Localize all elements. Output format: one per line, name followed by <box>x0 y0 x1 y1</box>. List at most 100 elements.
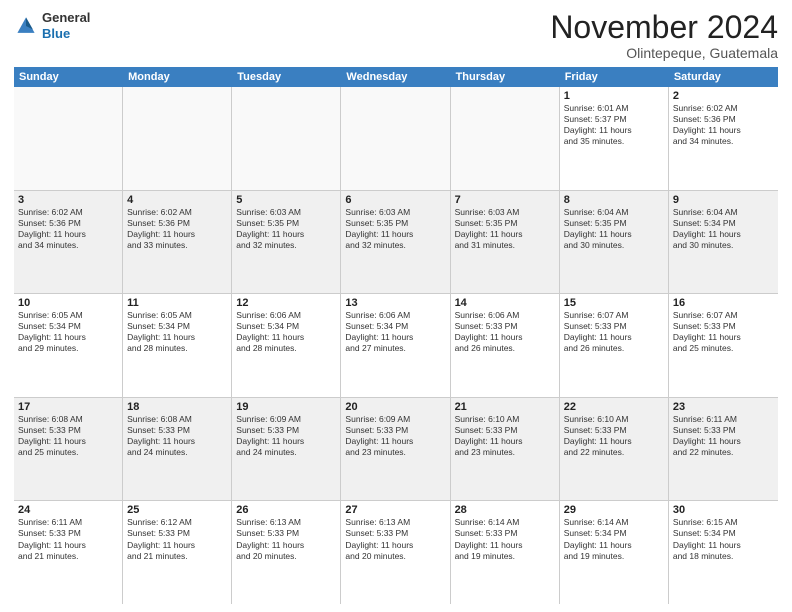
day-info: Sunrise: 6:09 AM Sunset: 5:33 PM Dayligh… <box>236 414 336 458</box>
day-cell-28: 28Sunrise: 6:14 AM Sunset: 5:33 PM Dayli… <box>451 501 560 604</box>
day-cell-13: 13Sunrise: 6:06 AM Sunset: 5:34 PM Dayli… <box>341 294 450 397</box>
calendar: SundayMondayTuesdayWednesdayThursdayFrid… <box>14 67 778 604</box>
day-number: 20 <box>345 401 445 413</box>
calendar-row-3: 17Sunrise: 6:08 AM Sunset: 5:33 PM Dayli… <box>14 398 778 502</box>
day-cell-2: 2Sunrise: 6:02 AM Sunset: 5:36 PM Daylig… <box>669 87 778 190</box>
day-cell-23: 23Sunrise: 6:11 AM Sunset: 5:33 PM Dayli… <box>669 398 778 501</box>
day-cell-22: 22Sunrise: 6:10 AM Sunset: 5:33 PM Dayli… <box>560 398 669 501</box>
day-cell-4: 4Sunrise: 6:02 AM Sunset: 5:36 PM Daylig… <box>123 191 232 294</box>
empty-cell-0-2 <box>232 87 341 190</box>
header-day-saturday: Saturday <box>669 67 778 87</box>
day-info: Sunrise: 6:13 AM Sunset: 5:33 PM Dayligh… <box>345 517 445 561</box>
day-info: Sunrise: 6:05 AM Sunset: 5:34 PM Dayligh… <box>18 310 118 354</box>
day-number: 7 <box>455 194 555 206</box>
day-cell-21: 21Sunrise: 6:10 AM Sunset: 5:33 PM Dayli… <box>451 398 560 501</box>
day-info: Sunrise: 6:06 AM Sunset: 5:34 PM Dayligh… <box>345 310 445 354</box>
day-info: Sunrise: 6:02 AM Sunset: 5:36 PM Dayligh… <box>18 207 118 251</box>
day-cell-3: 3Sunrise: 6:02 AM Sunset: 5:36 PM Daylig… <box>14 191 123 294</box>
day-number: 30 <box>673 504 774 516</box>
day-info: Sunrise: 6:03 AM Sunset: 5:35 PM Dayligh… <box>236 207 336 251</box>
day-cell-14: 14Sunrise: 6:06 AM Sunset: 5:33 PM Dayli… <box>451 294 560 397</box>
day-cell-26: 26Sunrise: 6:13 AM Sunset: 5:33 PM Dayli… <box>232 501 341 604</box>
day-info: Sunrise: 6:02 AM Sunset: 5:36 PM Dayligh… <box>127 207 227 251</box>
header-day-monday: Monday <box>123 67 232 87</box>
calendar-row-0: 1Sunrise: 6:01 AM Sunset: 5:37 PM Daylig… <box>14 87 778 191</box>
day-cell-16: 16Sunrise: 6:07 AM Sunset: 5:33 PM Dayli… <box>669 294 778 397</box>
day-number: 13 <box>345 297 445 309</box>
day-number: 3 <box>18 194 118 206</box>
day-number: 1 <box>564 90 664 102</box>
day-info: Sunrise: 6:07 AM Sunset: 5:33 PM Dayligh… <box>673 310 774 354</box>
day-cell-15: 15Sunrise: 6:07 AM Sunset: 5:33 PM Dayli… <box>560 294 669 397</box>
day-info: Sunrise: 6:14 AM Sunset: 5:34 PM Dayligh… <box>564 517 664 561</box>
day-cell-12: 12Sunrise: 6:06 AM Sunset: 5:34 PM Dayli… <box>232 294 341 397</box>
month-title: November 2024 <box>550 10 778 45</box>
day-number: 24 <box>18 504 118 516</box>
day-cell-25: 25Sunrise: 6:12 AM Sunset: 5:33 PM Dayli… <box>123 501 232 604</box>
day-info: Sunrise: 6:03 AM Sunset: 5:35 PM Dayligh… <box>345 207 445 251</box>
day-number: 19 <box>236 401 336 413</box>
day-number: 15 <box>564 297 664 309</box>
logo-text: General Blue <box>42 10 90 41</box>
day-number: 18 <box>127 401 227 413</box>
day-cell-1: 1Sunrise: 6:01 AM Sunset: 5:37 PM Daylig… <box>560 87 669 190</box>
day-number: 9 <box>673 194 774 206</box>
day-cell-30: 30Sunrise: 6:15 AM Sunset: 5:34 PM Dayli… <box>669 501 778 604</box>
day-cell-11: 11Sunrise: 6:05 AM Sunset: 5:34 PM Dayli… <box>123 294 232 397</box>
day-number: 28 <box>455 504 555 516</box>
calendar-header: SundayMondayTuesdayWednesdayThursdayFrid… <box>14 67 778 87</box>
day-info: Sunrise: 6:10 AM Sunset: 5:33 PM Dayligh… <box>564 414 664 458</box>
day-cell-20: 20Sunrise: 6:09 AM Sunset: 5:33 PM Dayli… <box>341 398 450 501</box>
day-number: 14 <box>455 297 555 309</box>
day-number: 29 <box>564 504 664 516</box>
header-day-friday: Friday <box>560 67 669 87</box>
day-cell-9: 9Sunrise: 6:04 AM Sunset: 5:34 PM Daylig… <box>669 191 778 294</box>
day-number: 5 <box>236 194 336 206</box>
day-number: 11 <box>127 297 227 309</box>
logo-blue: Blue <box>42 26 70 41</box>
day-number: 27 <box>345 504 445 516</box>
day-info: Sunrise: 6:04 AM Sunset: 5:35 PM Dayligh… <box>564 207 664 251</box>
day-cell-8: 8Sunrise: 6:04 AM Sunset: 5:35 PM Daylig… <box>560 191 669 294</box>
empty-cell-0-1 <box>123 87 232 190</box>
day-number: 16 <box>673 297 774 309</box>
day-number: 2 <box>673 90 774 102</box>
day-info: Sunrise: 6:06 AM Sunset: 5:34 PM Dayligh… <box>236 310 336 354</box>
day-cell-18: 18Sunrise: 6:08 AM Sunset: 5:33 PM Dayli… <box>123 398 232 501</box>
calendar-row-4: 24Sunrise: 6:11 AM Sunset: 5:33 PM Dayli… <box>14 501 778 604</box>
day-cell-19: 19Sunrise: 6:09 AM Sunset: 5:33 PM Dayli… <box>232 398 341 501</box>
day-info: Sunrise: 6:13 AM Sunset: 5:33 PM Dayligh… <box>236 517 336 561</box>
day-number: 6 <box>345 194 445 206</box>
day-info: Sunrise: 6:15 AM Sunset: 5:34 PM Dayligh… <box>673 517 774 561</box>
day-info: Sunrise: 6:10 AM Sunset: 5:33 PM Dayligh… <box>455 414 555 458</box>
day-info: Sunrise: 6:01 AM Sunset: 5:37 PM Dayligh… <box>564 103 664 147</box>
day-cell-29: 29Sunrise: 6:14 AM Sunset: 5:34 PM Dayli… <box>560 501 669 604</box>
day-number: 4 <box>127 194 227 206</box>
day-info: Sunrise: 6:12 AM Sunset: 5:33 PM Dayligh… <box>127 517 227 561</box>
day-cell-7: 7Sunrise: 6:03 AM Sunset: 5:35 PM Daylig… <box>451 191 560 294</box>
day-number: 17 <box>18 401 118 413</box>
day-cell-6: 6Sunrise: 6:03 AM Sunset: 5:35 PM Daylig… <box>341 191 450 294</box>
day-cell-10: 10Sunrise: 6:05 AM Sunset: 5:34 PM Dayli… <box>14 294 123 397</box>
day-info: Sunrise: 6:02 AM Sunset: 5:36 PM Dayligh… <box>673 103 774 147</box>
logo-icon <box>14 14 38 38</box>
day-info: Sunrise: 6:11 AM Sunset: 5:33 PM Dayligh… <box>673 414 774 458</box>
header-day-thursday: Thursday <box>451 67 560 87</box>
day-info: Sunrise: 6:04 AM Sunset: 5:34 PM Dayligh… <box>673 207 774 251</box>
day-info: Sunrise: 6:06 AM Sunset: 5:33 PM Dayligh… <box>455 310 555 354</box>
day-number: 10 <box>18 297 118 309</box>
header-day-wednesday: Wednesday <box>341 67 450 87</box>
day-info: Sunrise: 6:03 AM Sunset: 5:35 PM Dayligh… <box>455 207 555 251</box>
day-info: Sunrise: 6:05 AM Sunset: 5:34 PM Dayligh… <box>127 310 227 354</box>
header-day-tuesday: Tuesday <box>232 67 341 87</box>
calendar-row-1: 3Sunrise: 6:02 AM Sunset: 5:36 PM Daylig… <box>14 191 778 295</box>
day-info: Sunrise: 6:14 AM Sunset: 5:33 PM Dayligh… <box>455 517 555 561</box>
location: Olintepeque, Guatemala <box>550 45 778 61</box>
calendar-row-2: 10Sunrise: 6:05 AM Sunset: 5:34 PM Dayli… <box>14 294 778 398</box>
day-number: 23 <box>673 401 774 413</box>
day-number: 26 <box>236 504 336 516</box>
day-cell-27: 27Sunrise: 6:13 AM Sunset: 5:33 PM Dayli… <box>341 501 450 604</box>
day-number: 22 <box>564 401 664 413</box>
title-block: November 2024 Olintepeque, Guatemala <box>550 10 778 61</box>
calendar-body: 1Sunrise: 6:01 AM Sunset: 5:37 PM Daylig… <box>14 87 778 604</box>
